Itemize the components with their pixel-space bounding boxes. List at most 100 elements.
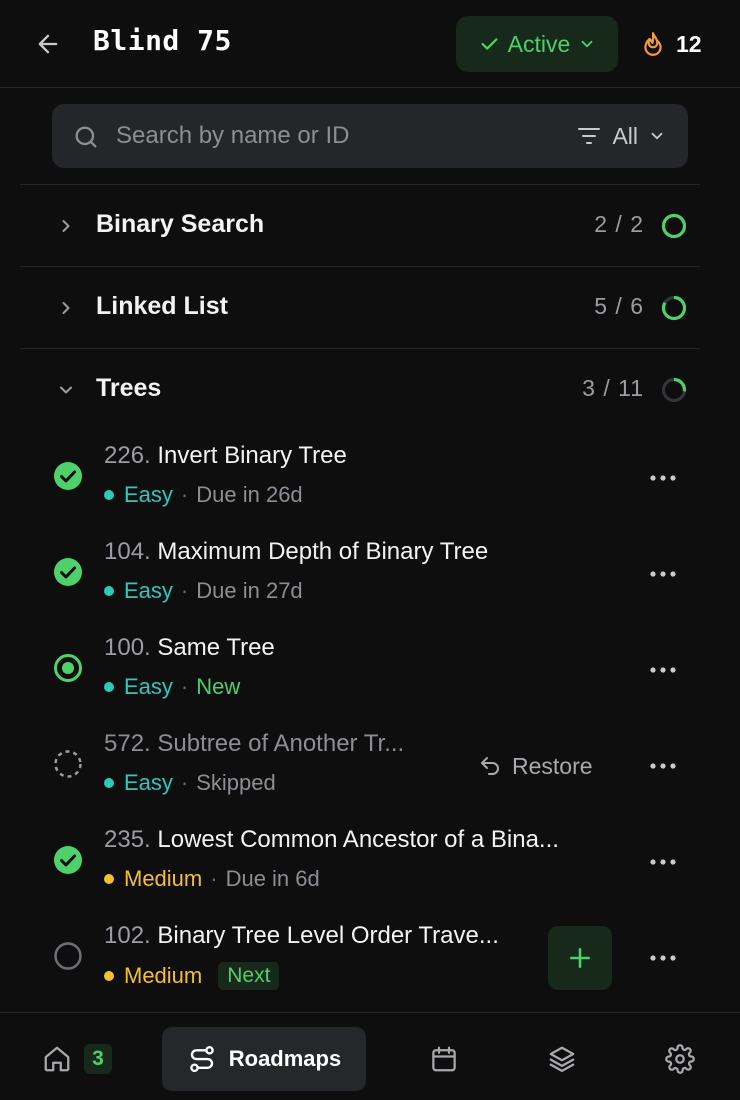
section-progress-count: 5 / 6 [594,293,644,319]
progress-ring [661,377,687,403]
ellipsis-icon [650,955,676,961]
flame-icon [644,32,662,56]
problem-number: 104. [104,538,151,565]
chevron-right-icon [62,302,70,314]
section-progress-count: 3 / 11 [582,375,644,401]
problem-name: Subtree of Another Tr... [157,730,405,757]
completed-check-icon[interactable] [52,460,84,492]
nav-roadmaps[interactable]: Roadmaps [162,1027,366,1091]
due-label: Due in 27d [196,578,303,603]
layers-icon [549,1046,575,1072]
difficulty-dot [104,778,114,788]
meta-separator: · [180,482,189,507]
calendar-icon [432,1046,456,1072]
progress-ring [661,213,687,239]
nav-home[interactable]: 3 [22,1027,132,1091]
problem-row[interactable]: 235. Lowest Common Ancestor of a Bina...… [20,814,700,910]
section-binary-search[interactable]: Binary Search 2 / 2 [20,186,700,266]
problem-title[interactable]: 572. Subtree of Another Tr... [104,730,404,758]
problem-title[interactable]: 226. Invert Binary Tree [104,442,347,470]
problem-row[interactable]: 572. Subtree of Another Tr... Easy · Ski… [20,718,700,814]
nav-calendar[interactable] [414,1027,474,1091]
add-button[interactable] [548,926,612,990]
ellipsis-icon [650,667,676,673]
difficulty-dot [104,971,114,981]
streak-counter[interactable]: 12 [640,22,702,66]
filter-label: All [612,122,638,149]
nav-settings[interactable] [650,1027,710,1091]
more-options-button[interactable] [648,468,678,488]
meta-separator: · [210,866,218,891]
progress-ring-fill [661,213,687,239]
problem-row[interactable]: 102. Binary Tree Level Order Trave... Me… [20,910,700,1006]
problem-row[interactable]: 226. Invert Binary Tree Easy · Due in 26… [20,430,700,526]
chevron-down-icon [651,132,663,140]
more-options-button[interactable] [648,660,678,680]
difficulty-label: Medium [124,963,203,988]
more-options-button[interactable] [648,564,678,584]
filter-icon [578,128,601,144]
problem-number: 102. [104,922,151,949]
completed-check-icon[interactable] [52,844,84,876]
difficulty-label: Medium [124,866,203,891]
problem-title[interactable]: 104. Maximum Depth of Binary Tree [104,538,488,566]
problem-number: 235. [104,826,151,853]
difficulty-dot [104,874,114,884]
progress-ring [661,295,687,321]
section-linked-list[interactable]: Linked List 5 / 6 [20,268,700,348]
search-input[interactable] [116,116,536,156]
ellipsis-icon [650,859,676,865]
search-icon [75,126,97,148]
problem-title[interactable]: 102. Binary Tree Level Order Trave... [104,922,499,950]
more-options-button[interactable] [648,948,678,968]
more-options-button[interactable] [648,852,678,872]
problem-title[interactable]: 235. Lowest Common Ancestor of a Bina... [104,826,559,854]
problem-name: Invert Binary Tree [157,442,347,469]
unchecked-circle-icon[interactable] [52,940,84,972]
meta-separator: · [180,674,189,699]
divider [20,184,700,185]
restore-label: Restore [512,752,593,779]
more-options-button[interactable] [648,756,678,776]
problem-row[interactable]: 100. Same Tree Easy · New [20,622,700,718]
problem-row[interactable]: 104. Maximum Depth of Binary Tree Easy ·… [20,526,700,622]
meta-separator: · [180,770,189,795]
problem-number: 572. [104,730,151,757]
problem-meta: Medium · Due in 6d [104,866,320,892]
filter-dropdown[interactable]: All [576,116,666,156]
problem-name: Same Tree [157,634,275,661]
streak-count: 12 [676,30,702,57]
section-name: Trees [96,374,162,402]
chevron-down-icon [60,386,72,394]
restore-button[interactable]: Restore [478,750,593,782]
due-label: Due in 26d [196,482,303,507]
chevron-right-icon [62,220,70,232]
back-button[interactable] [30,28,66,60]
skipped-dashed-circle-icon[interactable] [52,748,84,780]
problem-meta: Easy · Due in 26d [104,482,303,508]
in-progress-radio-icon[interactable] [52,652,84,684]
home-badge: 3 [84,1044,112,1074]
section-trees[interactable]: Trees 3 / 11 [20,350,700,430]
difficulty-label: Easy [124,578,173,603]
nav-roadmaps-label: Roadmaps [228,1046,342,1071]
section-progress-count: 2 / 2 [594,211,644,237]
section-name: Linked List [96,292,228,320]
ellipsis-icon [650,571,676,577]
problem-name: Lowest Common Ancestor of a Bina... [157,826,559,853]
divider [20,348,700,349]
completed-check-icon[interactable] [52,556,84,588]
status-dropdown[interactable]: Active [456,16,618,72]
problem-title[interactable]: 100. Same Tree [104,634,275,662]
difficulty-dot [104,682,114,692]
problem-number: 226. [104,442,151,469]
meta-separator: · [180,578,189,603]
plus-icon [570,948,590,968]
route-icon [189,1045,214,1073]
difficulty-dot [104,586,114,596]
nav-layers[interactable] [532,1027,592,1091]
next-badge: Next [218,962,280,990]
app-header: Blind 75 Active 12 [0,0,740,88]
bottom-nav: 3 Roadmaps [0,1012,740,1100]
undo-icon [481,757,499,775]
